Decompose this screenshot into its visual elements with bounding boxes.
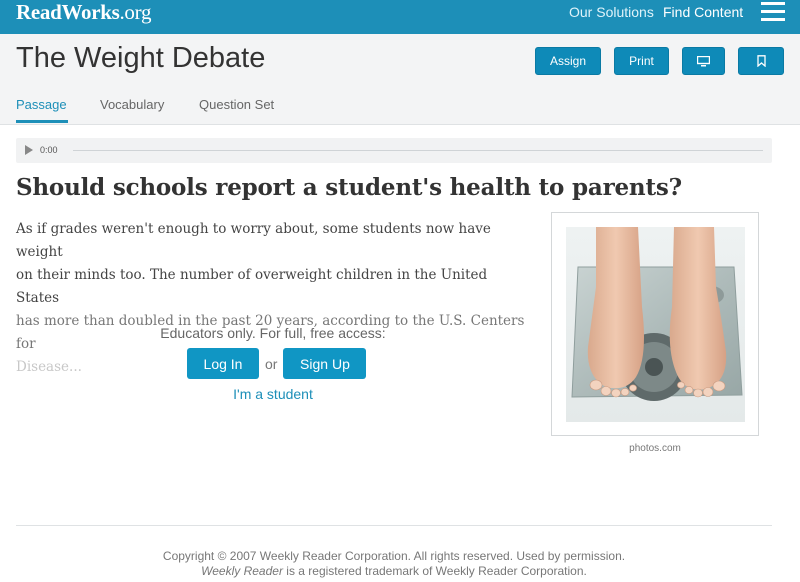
login-button[interactable]: Log In	[187, 348, 259, 379]
or-label: or	[265, 355, 278, 372]
audio-player: 0:00	[16, 138, 772, 163]
footer-divider	[16, 525, 772, 526]
tab-passage[interactable]: Passage	[16, 97, 67, 112]
audio-progress-track[interactable]	[73, 150, 763, 151]
print-button[interactable]: Print	[614, 47, 669, 75]
auth-buttons: Log In or Sign Up	[187, 348, 367, 379]
bookmark-button[interactable]	[738, 47, 784, 75]
trademark-text: is a registered trademark of Weekly Read…	[282, 564, 587, 578]
bathroom-scale-feet-photo	[566, 227, 745, 422]
copyright-line: Copyright © 2007 Weekly Reader Corporati…	[162, 549, 626, 563]
bookmark-icon	[756, 55, 766, 67]
page-title: The Weight Debate	[16, 42, 266, 74]
audio-time: 0:00	[40, 145, 58, 155]
article-headline: Should schools report a student's health…	[16, 174, 682, 201]
tab-vocabulary[interactable]: Vocabulary	[100, 97, 164, 112]
assign-button[interactable]: Assign	[535, 47, 601, 75]
passage-line: on their minds too. The number of overwe…	[16, 267, 488, 306]
student-link[interactable]: I'm a student	[16, 386, 530, 402]
trademark-line: Weekly Reader is a registered trademark …	[0, 564, 788, 578]
readworks-logo[interactable]: ReadWorks.org	[16, 0, 151, 25]
signup-button[interactable]: Sign Up	[283, 348, 367, 379]
image-caption: photos.com	[629, 443, 681, 454]
monitor-icon	[697, 55, 710, 66]
article-image-frame	[551, 212, 759, 436]
educator-access-prompt: Educators only. For full, free access:	[160, 325, 386, 341]
top-navbar: ReadWorks.org Our Solutions Find Content	[0, 0, 800, 34]
nav-find-content[interactable]: Find Content	[663, 4, 743, 20]
active-tab-indicator	[16, 120, 68, 123]
tab-question-set[interactable]: Question Set	[199, 97, 274, 112]
trademark-brand: Weekly Reader	[201, 564, 283, 578]
passage-line: As if grades weren't enough to worry abo…	[16, 221, 491, 260]
present-button[interactable]	[682, 47, 725, 75]
hamburger-menu-icon[interactable]	[761, 2, 785, 22]
nav-our-solutions[interactable]: Our Solutions	[569, 4, 654, 20]
play-icon[interactable]	[25, 145, 33, 155]
